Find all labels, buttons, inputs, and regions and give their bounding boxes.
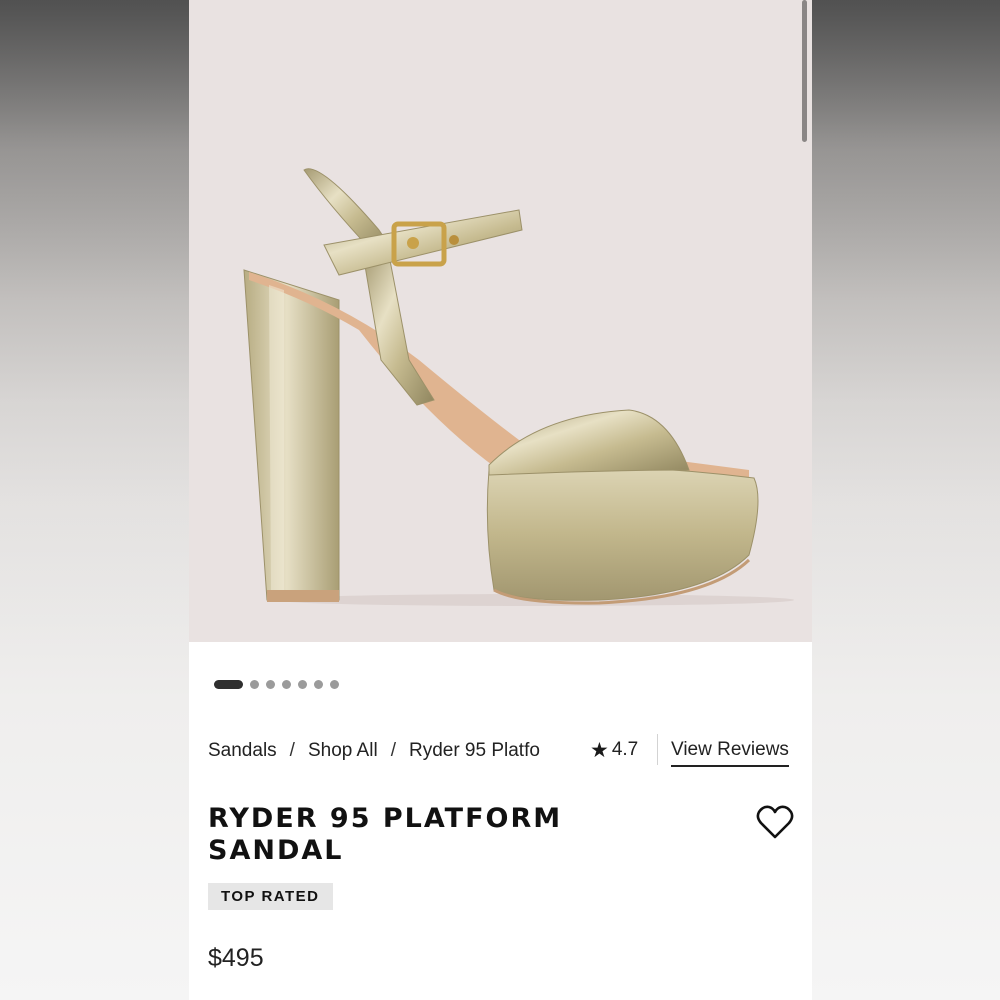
view-reviews-link[interactable]: View Reviews [671,739,789,767]
product-image[interactable] [189,0,812,642]
carousel-dot[interactable] [298,679,307,689]
scrollbar[interactable] [802,0,807,142]
carousel-indicator[interactable] [214,679,339,689]
breadcrumb: Sandals / Shop All / Ryder 95 Platfo [208,738,560,764]
product-price: $495 [208,944,264,972]
carousel-dot[interactable] [314,679,323,689]
product-page: Sandals / Shop All / Ryder 95 Platfo ★ 4… [189,0,812,1000]
star-icon: ★ [590,738,609,762]
breadcrumb-item-shop-all[interactable]: Shop All [308,740,378,762]
backdrop-right [812,0,1000,1000]
carousel-dot[interactable] [282,679,291,689]
carousel-dot[interactable] [266,679,275,689]
breadcrumb-item-current[interactable]: Ryder 95 Platfo [409,740,540,762]
product-title: RYDER 95 PLATFORM SANDAL [208,803,678,867]
product-title-line1: RYDER 95 PLATFORM [208,803,563,834]
breadcrumb-separator: / [289,740,295,761]
carousel-dot[interactable] [214,679,243,689]
carousel-dot[interactable] [330,679,339,689]
breadcrumb-item-sandals[interactable]: Sandals [208,740,277,762]
product-rating: ★ 4.7 [590,737,638,763]
rating-value: 4.7 [611,739,639,760]
backdrop-left [0,0,189,1000]
breadcrumb-separator: / [390,740,396,761]
sandal-illustration [243,168,794,606]
top-rated-badge: TOP RATED [208,883,333,910]
carousel-dot[interactable] [250,679,259,689]
heart-icon[interactable] [756,804,794,840]
divider [657,734,658,765]
product-title-line2: SANDAL [208,835,344,866]
